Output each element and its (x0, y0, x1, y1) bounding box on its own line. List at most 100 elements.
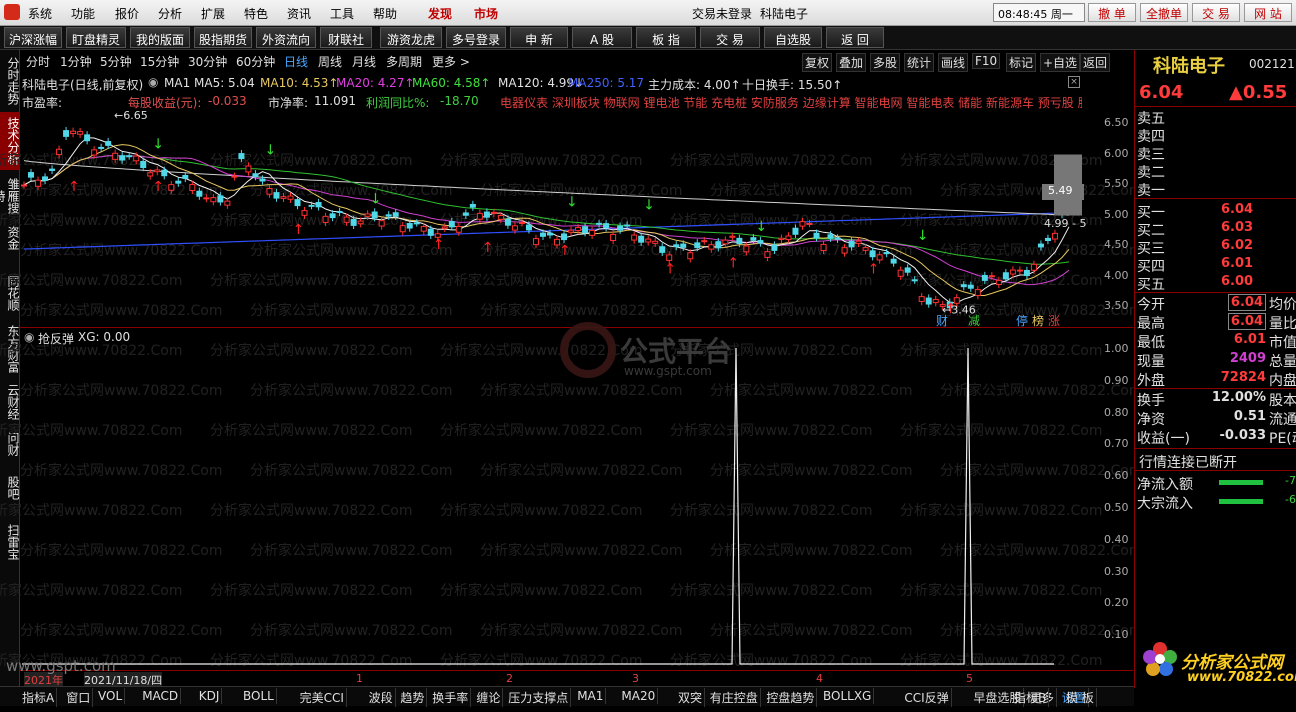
rebound-indicator-chart[interactable] (20, 330, 1133, 670)
price-chart[interactable]: ↑ ↑↑↑ ↑ ↑↑ ↑ ↑↑↓ ↓↓ ↓ ↓↓↓←6.65←3.46 (20, 108, 1133, 328)
buy-level-price[interactable]: 6.01 (1221, 256, 1253, 271)
period-daily[interactable]: 日线 (284, 53, 308, 70)
indicator-tab[interactable]: VOL (96, 688, 126, 704)
menu-quote[interactable]: 报价 (115, 5, 139, 22)
candle (610, 233, 617, 242)
toolbar-button-my-layout[interactable]: 我的版面 (130, 27, 190, 48)
lefttab-guba[interactable]: 股吧 (0, 472, 20, 504)
indicator-tab[interactable]: BOLLXG (821, 688, 875, 704)
lefttab-ths[interactable]: 同花顺 (0, 270, 20, 316)
period-60min[interactable]: 60分钟 (236, 53, 275, 70)
multi-stock-button[interactable]: 多股 (870, 53, 901, 72)
menu-tools[interactable]: 工具 (330, 5, 354, 22)
lefttab-yuncaijing[interactable]: 云财经 (0, 380, 20, 424)
overlay-button[interactable]: 叠加 (836, 53, 867, 72)
period-30min[interactable]: 30分钟 (188, 53, 227, 70)
trade-button[interactable]: 交 易 (1192, 3, 1240, 22)
toolbar-button-new-stock[interactable]: 申 新 (510, 27, 568, 48)
candle (350, 219, 357, 226)
candle (420, 226, 427, 232)
indicator-tab[interactable]: MACD (140, 688, 182, 704)
add-watchlist-button[interactable]: +自选 (1040, 53, 1081, 72)
lefttab-search[interactable]: 雏雁搜特 (0, 174, 20, 218)
indicator-tab[interactable]: 趋势 (398, 688, 428, 707)
indicator-tab[interactable]: 换手率 (430, 688, 472, 707)
f10-button[interactable]: F10 (972, 53, 1001, 69)
buy-level-price[interactable]: 6.04 (1221, 202, 1253, 217)
settings-circle-icon[interactable]: ◉ (148, 75, 158, 89)
toolbar-button-back[interactable]: 返 回 (826, 27, 884, 48)
stats-button[interactable]: 统计 (904, 53, 935, 72)
period-multi[interactable]: 多周期 (386, 53, 422, 70)
indicator-tab[interactable]: BOLL (241, 688, 277, 704)
cancel-order-button[interactable]: 撤 单 (1088, 3, 1136, 22)
toolbar-button-trade[interactable]: 交 易 (700, 27, 760, 48)
toolbar-button-board-index[interactable]: 板 指 (636, 27, 696, 48)
menu-help[interactable]: 帮助 (373, 5, 397, 22)
indicator-tab[interactable]: 压力支撑点 (506, 688, 572, 707)
candle (49, 168, 56, 171)
indicator-tab[interactable]: 缠论 (474, 688, 504, 707)
cancel-all-button[interactable]: 全撤单 (1140, 3, 1188, 22)
period-more[interactable]: 更多 > (432, 53, 470, 70)
lefttab-technical[interactable]: 技术分析 (0, 112, 20, 170)
close-icon[interactable]: × (1068, 76, 1080, 88)
indicator-tab[interactable]: MA1 (575, 688, 607, 704)
menu-feature[interactable]: 特色 (244, 5, 268, 22)
toolbar-button-hot-money[interactable]: 游资龙虎 (380, 27, 442, 48)
indicator-tab[interactable]: MA20 (619, 688, 659, 704)
lefttab-funds[interactable]: 资金 (0, 222, 20, 254)
toolbar-button-foreign-flow[interactable]: 外资流向 (256, 27, 316, 48)
indicator-tab[interactable]: 控盘趋势 (764, 688, 818, 707)
toolbar-button-a-share[interactable]: A 股 (572, 27, 632, 48)
period-timeshare[interactable]: 分时 (26, 53, 50, 70)
indicator-tab[interactable]: 双突 (676, 688, 706, 707)
lefttab-wencai[interactable]: 问财 (0, 428, 20, 460)
chart-area[interactable]: 分析家公式网www.70822.Com 分析家公式网www.70822.Com 分析… (0, 50, 1142, 688)
indicator-tab[interactable]: 有庄控盘 (708, 688, 761, 707)
menu-system[interactable]: 系统 (28, 5, 52, 22)
indicator-axis-label: 0.70 (1104, 437, 1129, 451)
chart-back-button[interactable]: 返回 (1080, 53, 1111, 72)
indicator-tab[interactable]: CCI反弹 (902, 688, 952, 707)
buy-level-price[interactable]: 6.03 (1221, 220, 1253, 235)
mark-button[interactable]: 标记 (1006, 53, 1037, 72)
lefttab-eastmoney[interactable]: 东方财富 (0, 320, 20, 378)
toolbar-button-watchlist[interactable]: 自选股 (764, 27, 822, 48)
period-weekly[interactable]: 周线 (318, 53, 342, 70)
menu-discover[interactable]: 发现 (428, 5, 452, 22)
candle (708, 244, 715, 250)
toolbar-button-futures[interactable]: 股指期货 (194, 27, 252, 48)
menu-market[interactable]: 市场 (474, 5, 498, 22)
menu-analysis[interactable]: 分析 (158, 5, 182, 22)
indicator-tab[interactable]: KDJ (197, 688, 223, 704)
candle (589, 229, 596, 236)
draw-line-button[interactable]: 画线 (938, 53, 969, 72)
indicator-tab[interactable]: 波段 (367, 688, 396, 707)
lefttab-timeshare[interactable]: 分时走势 (0, 52, 20, 110)
buy-level-price[interactable]: 6.02 (1221, 238, 1253, 253)
menu-extend[interactable]: 扩展 (201, 5, 225, 22)
period-5min[interactable]: 5分钟 (100, 53, 132, 70)
menu-news[interactable]: 资讯 (287, 5, 311, 22)
toolbar-button-hs-rise[interactable]: 沪深涨幅 (4, 27, 62, 48)
indicator-tab[interactable]: 指标A (20, 688, 58, 707)
menu-function[interactable]: 功能 (71, 5, 95, 22)
period-monthly[interactable]: 月线 (352, 53, 376, 70)
lefttab-saoleibao[interactable]: 扫雷宝 (0, 520, 20, 564)
candle (63, 130, 70, 137)
adjust-button[interactable]: 复权 (802, 53, 833, 72)
indicator-b-tab[interactable]: 指标B (1012, 688, 1050, 707)
website-button[interactable]: 网 站 (1244, 3, 1292, 22)
candle (231, 175, 238, 178)
period-1min[interactable]: 1分钟 (60, 53, 92, 70)
buy-level-price[interactable]: 6.00 (1221, 274, 1253, 289)
toolbar-button-cls[interactable]: 财联社 (320, 27, 372, 48)
gspt-watermark-url: www.gspt.com (624, 364, 712, 378)
period-15min[interactable]: 15分钟 (140, 53, 179, 70)
template-tab[interactable]: 模 板 (1064, 688, 1097, 707)
toolbar-button-watch-sprite[interactable]: 盯盘精灵 (66, 27, 126, 48)
indicator-tab[interactable]: 完美CCI (298, 688, 347, 707)
toolbar-button-multi-login[interactable]: 多号登录 (446, 27, 506, 48)
indicator-tab[interactable]: 窗口 (64, 688, 94, 707)
